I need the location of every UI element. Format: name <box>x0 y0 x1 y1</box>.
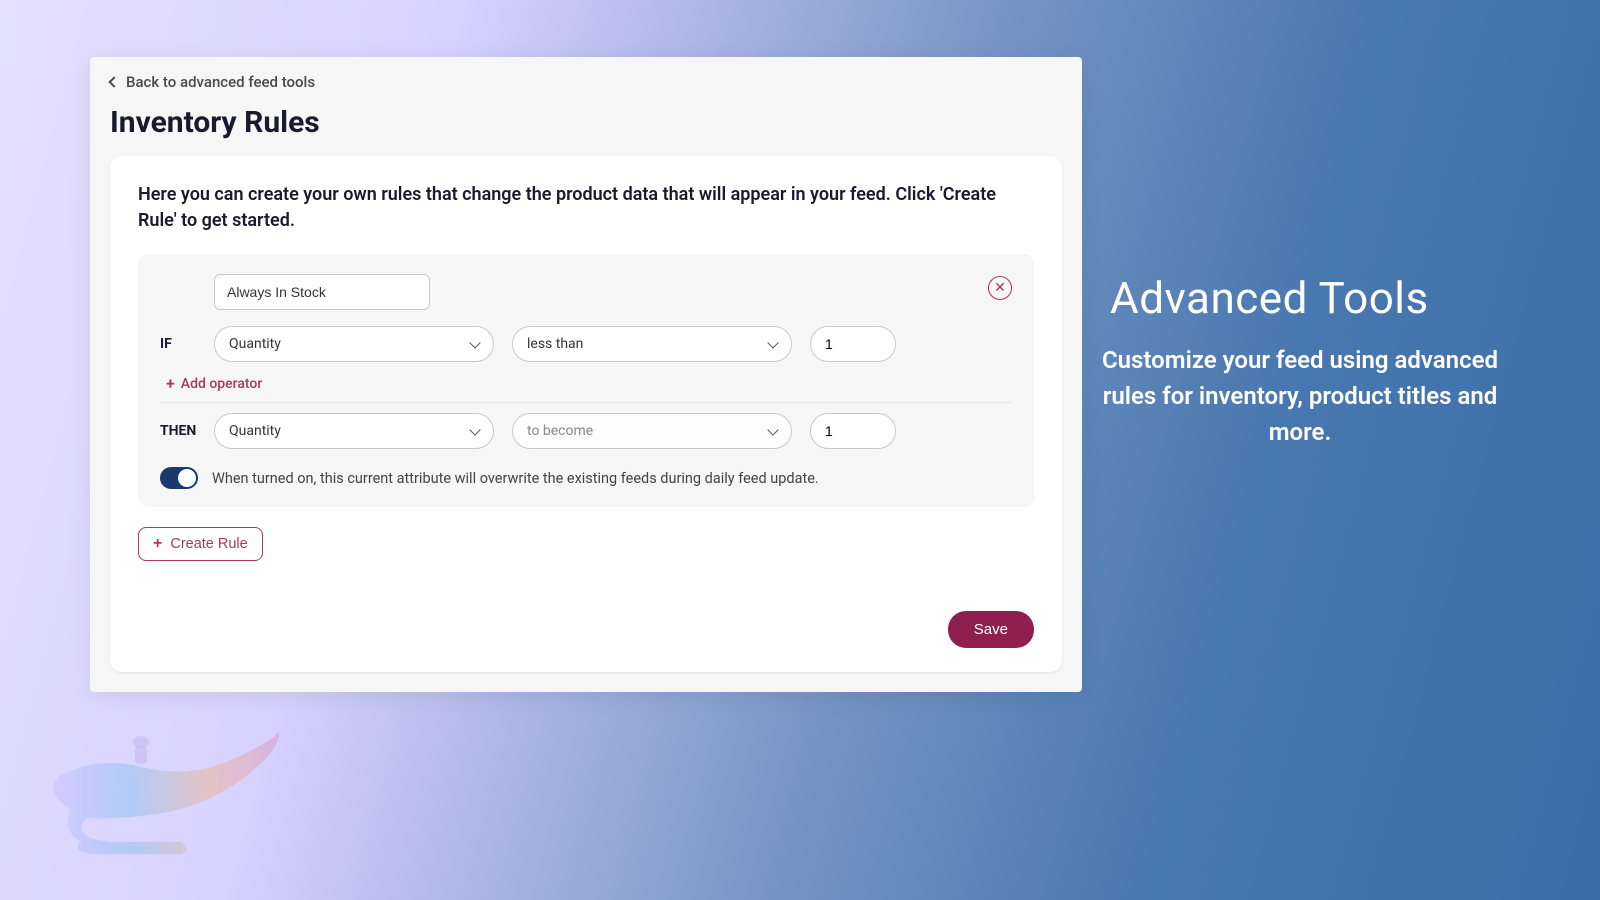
chevron-down-icon <box>469 337 480 348</box>
promo-title: Advanced Tools <box>1110 272 1429 324</box>
rule-name-input[interactable] <box>214 274 430 310</box>
chevron-down-icon <box>767 337 778 348</box>
if-operator-value: less than <box>527 336 583 352</box>
chevron-down-icon <box>767 424 778 435</box>
if-value-input[interactable] <box>810 326 896 362</box>
chevron-down-icon <box>469 424 480 435</box>
back-link[interactable]: Back to advanced feed tools <box>90 57 1082 97</box>
rule-block: ✕ IF Quantity less than + Add operator <box>138 254 1034 507</box>
overwrite-toggle-row: When turned on, this current attribute w… <box>160 467 1012 489</box>
then-label: THEN <box>160 423 196 439</box>
create-rule-label: Create Rule <box>170 536 247 552</box>
then-action-row: THEN Quantity to become <box>160 413 1012 449</box>
if-field-value: Quantity <box>229 336 281 352</box>
chevron-left-icon <box>108 76 119 87</box>
then-field-select[interactable]: Quantity <box>214 413 494 449</box>
then-operator-select[interactable]: to become <box>512 413 792 449</box>
overwrite-toggle[interactable] <box>160 467 198 489</box>
add-operator-button[interactable]: + Add operator <box>160 362 1012 403</box>
plus-icon: + <box>166 376 175 392</box>
save-row: Save <box>138 585 1034 648</box>
back-link-label: Back to advanced feed tools <box>126 73 315 91</box>
promo-subtitle: Customize your feed using advanced rules… <box>1085 342 1515 450</box>
close-icon: ✕ <box>994 281 1006 295</box>
add-operator-label: Add operator <box>181 376 263 392</box>
if-field-select[interactable]: Quantity <box>214 326 494 362</box>
overwrite-toggle-label: When turned on, this current attribute w… <box>212 470 819 487</box>
app-window: Back to advanced feed tools Inventory Ru… <box>90 57 1082 692</box>
then-field-value: Quantity <box>229 423 281 439</box>
create-rule-button[interactable]: + Create Rule <box>138 527 263 561</box>
if-label: IF <box>160 336 196 352</box>
then-value-input[interactable] <box>810 413 896 449</box>
if-operator-select[interactable]: less than <box>512 326 792 362</box>
genie-lamp-icon <box>30 720 282 860</box>
card-description: Here you can create your own rules that … <box>138 182 1034 234</box>
page-title: Inventory Rules <box>90 97 1082 156</box>
rules-card: Here you can create your own rules that … <box>110 156 1062 672</box>
toggle-knob <box>178 469 196 487</box>
plus-icon: + <box>153 536 162 552</box>
then-operator-value: to become <box>527 423 593 439</box>
save-button[interactable]: Save <box>948 611 1034 648</box>
delete-rule-button[interactable]: ✕ <box>988 276 1012 300</box>
if-condition-row: IF Quantity less than <box>160 326 1012 362</box>
